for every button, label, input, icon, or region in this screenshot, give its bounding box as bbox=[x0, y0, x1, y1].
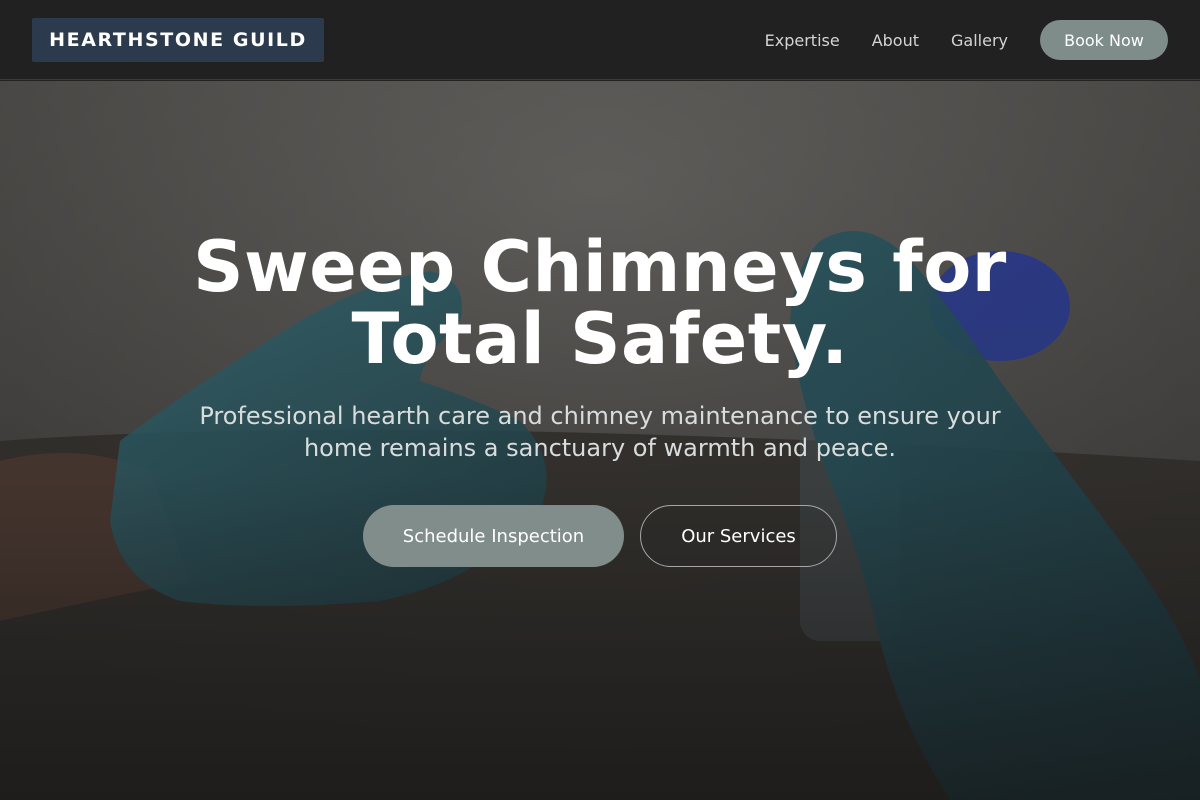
hero-content: Sweep Chimneys for Total Safety. Profess… bbox=[0, 81, 1200, 800]
nav-links: Expertise About Gallery Book Now bbox=[765, 20, 1168, 60]
nav-link-expertise[interactable]: Expertise bbox=[765, 31, 840, 50]
schedule-inspection-button[interactable]: Schedule Inspection bbox=[363, 505, 624, 567]
our-services-button[interactable]: Our Services bbox=[640, 505, 837, 567]
hero-title-line1: Sweep Chimneys for bbox=[193, 226, 1007, 308]
hero-title: Sweep Chimneys for Total Safety. bbox=[150, 231, 1050, 375]
nav-link-gallery[interactable]: Gallery bbox=[951, 31, 1008, 50]
hero-subtitle: Professional hearth care and chimney mai… bbox=[190, 400, 1010, 464]
nav-link-about[interactable]: About bbox=[872, 31, 919, 50]
brand-logo[interactable]: HEARTHSTONE GUILD bbox=[32, 18, 324, 62]
navbar: HEARTHSTONE GUILD Expertise About Galler… bbox=[0, 0, 1200, 80]
hero-title-line2: Total Safety. bbox=[351, 298, 849, 380]
hero-buttons: Schedule Inspection Our Services bbox=[0, 505, 1200, 567]
hero-section: Sweep Chimneys for Total Safety. Profess… bbox=[0, 81, 1200, 800]
hero-subtitle-line1: Professional hearth care and chimney mai… bbox=[199, 402, 1001, 430]
hero-subtitle-line2: home remains a sanctuary of warmth and p… bbox=[303, 434, 897, 462]
book-now-button[interactable]: Book Now bbox=[1040, 20, 1168, 60]
